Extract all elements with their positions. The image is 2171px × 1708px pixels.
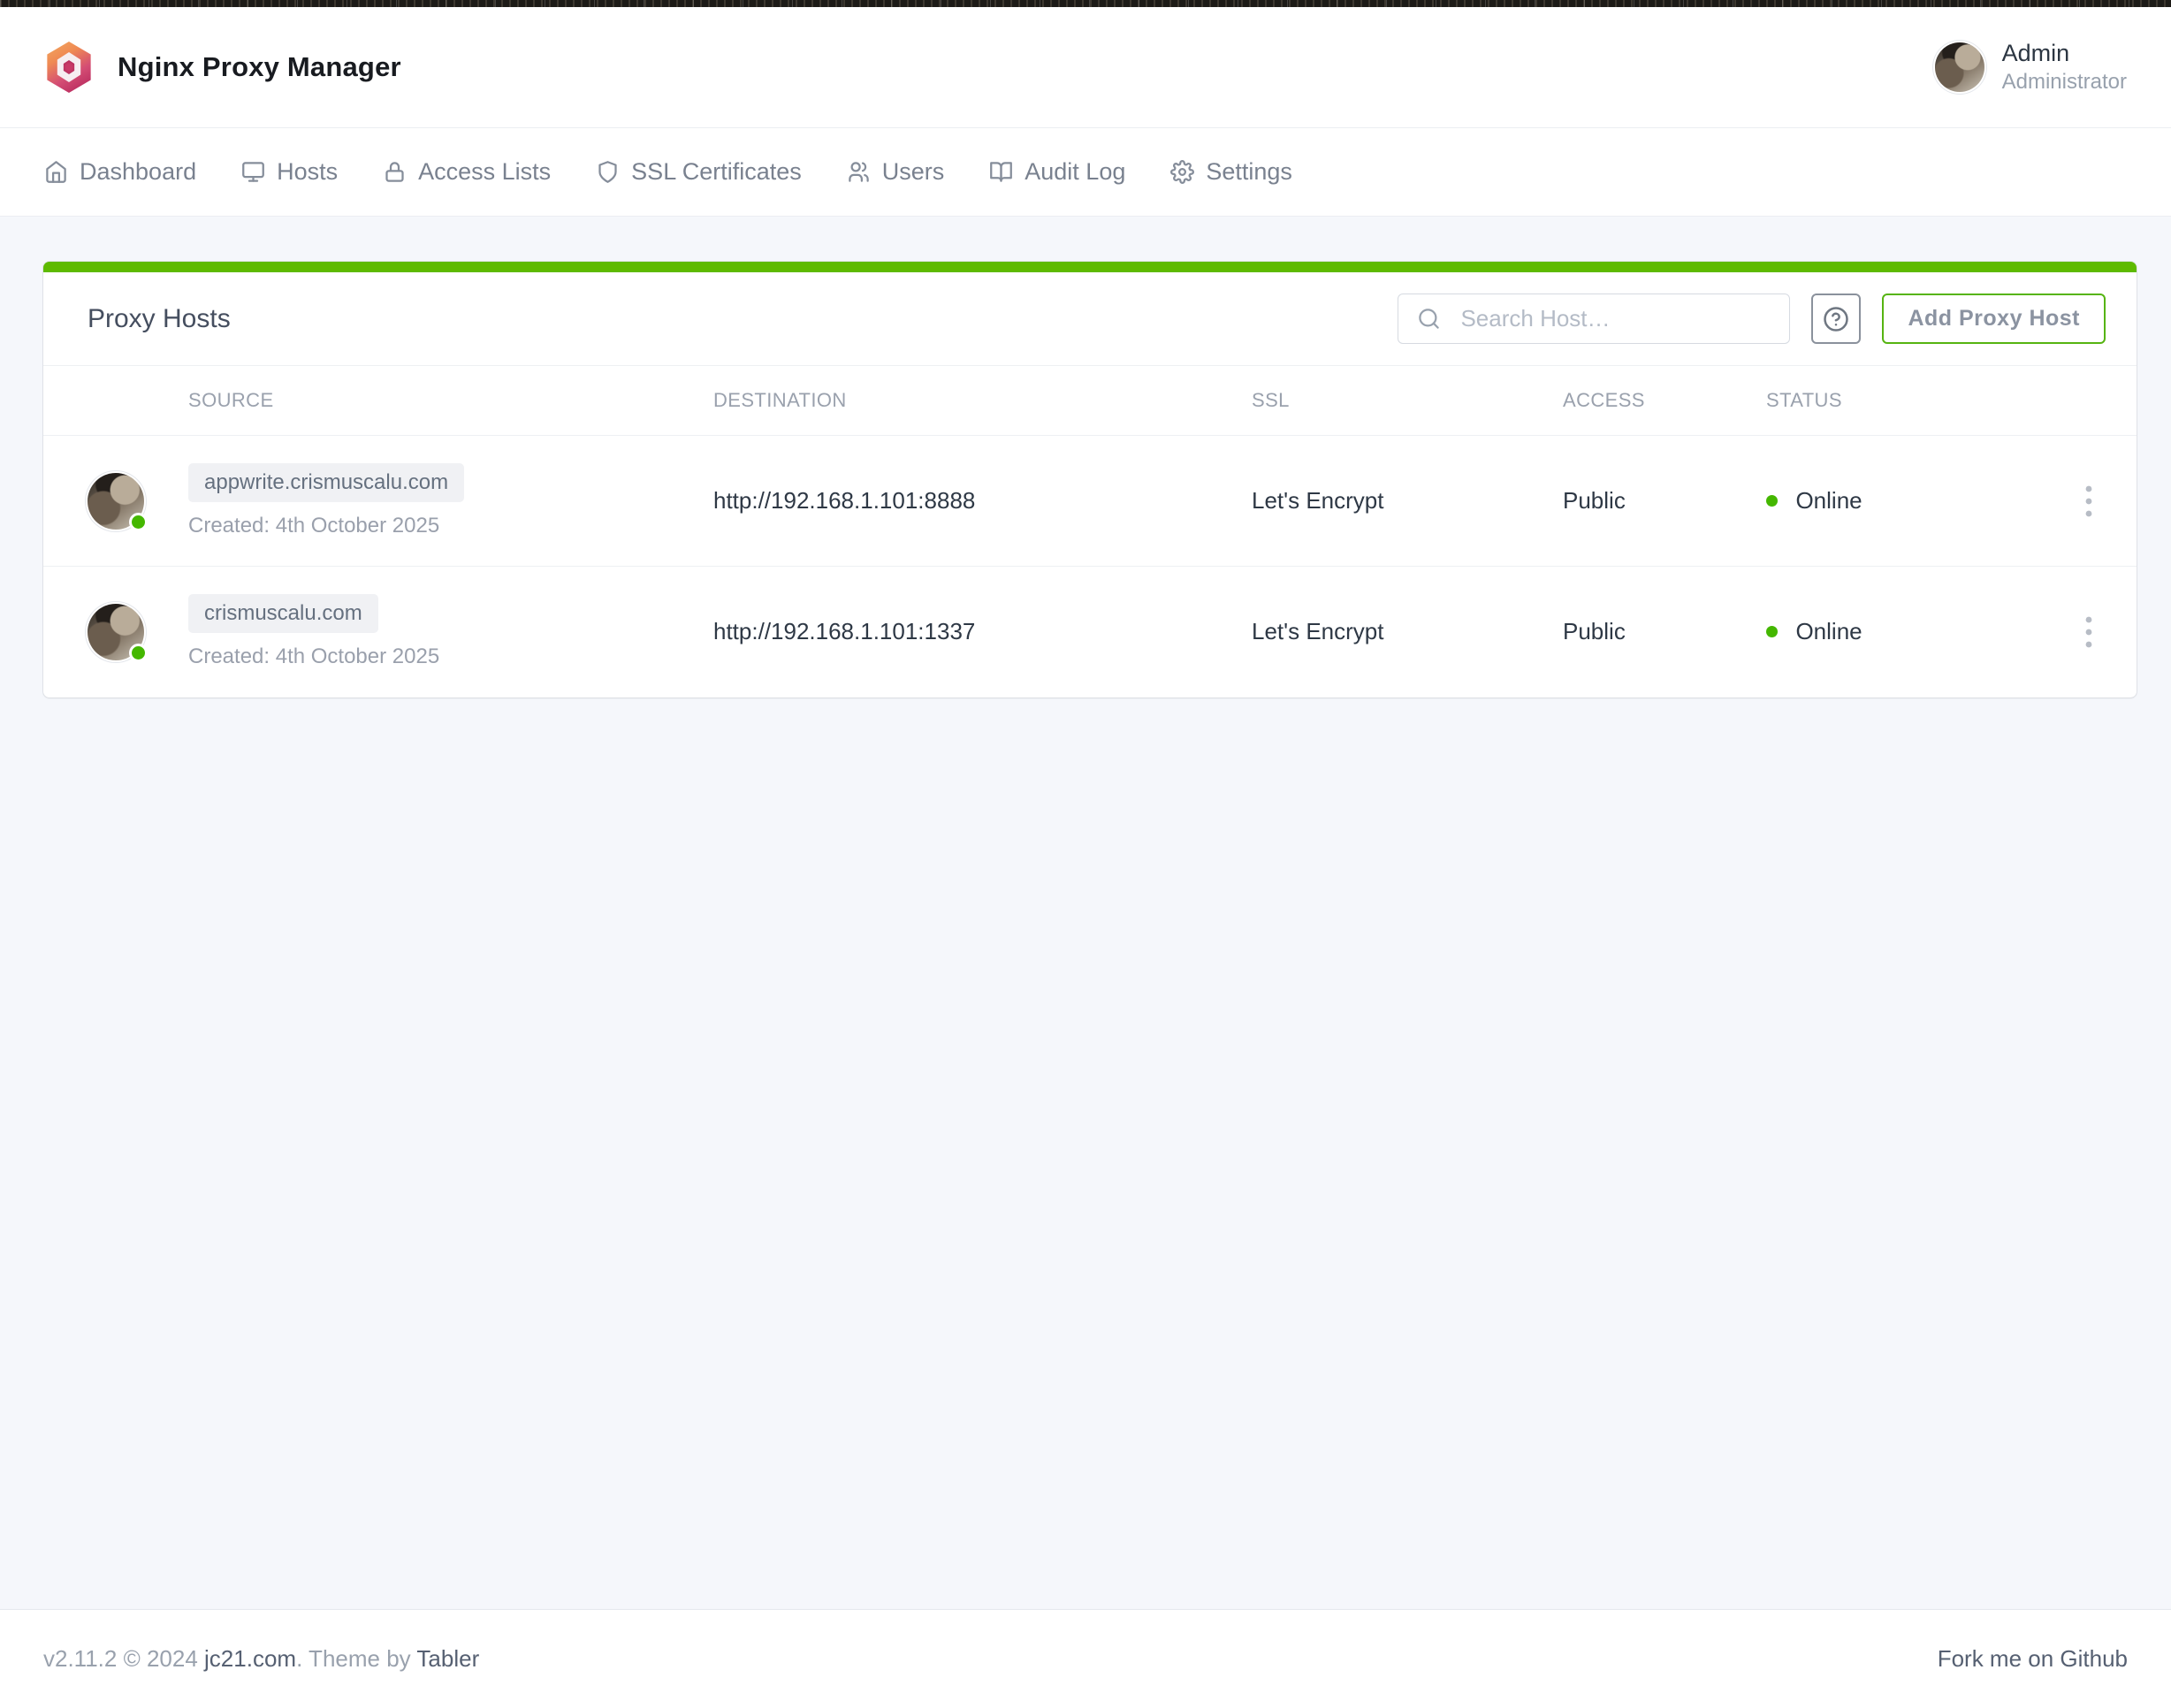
search-input[interactable] [1398, 294, 1790, 344]
kebab-menu-icon [2084, 484, 2093, 519]
table-row[interactable]: appwrite.crismuscalu.com Created: 4th Oc… [43, 436, 2137, 567]
destination-url: http://192.168.1.101:8888 [713, 436, 1252, 567]
user-name: Admin [2002, 39, 2127, 69]
column-header-status: STATUS [1766, 366, 2033, 436]
ssl-type: Let's Encrypt [1252, 567, 1563, 698]
screen-edge-strip [0, 0, 2171, 7]
proxy-hosts-card: Proxy Hosts Add Proxy Host SOURCE [43, 262, 2137, 698]
column-header-source: SOURCE [188, 366, 713, 436]
main-content: Proxy Hosts Add Proxy Host SOURCE [0, 217, 2171, 1609]
ssl-type: Let's Encrypt [1252, 436, 1563, 567]
jc21-link[interactable]: jc21.com [204, 1645, 296, 1672]
main-nav: Dashboard Hosts Access Lists SSL Certifi… [0, 128, 2171, 217]
users-icon [847, 160, 871, 184]
proxy-hosts-table: SOURCE DESTINATION SSL ACCESS STATUS app… [43, 365, 2137, 698]
row-menu-button[interactable] [2076, 475, 2102, 528]
app-title: Nginx Proxy Manager [118, 51, 401, 83]
nav-item-dashboard[interactable]: Dashboard [44, 158, 196, 186]
help-circle-icon [1823, 306, 1849, 332]
book-icon [989, 160, 1013, 184]
tabler-link[interactable]: Tabler [416, 1645, 479, 1672]
host-owner-avatar [88, 604, 144, 660]
footer-version-text: v2.11.2 © 2024 jc21.com. Theme by Tabler [43, 1645, 479, 1673]
table-row[interactable]: crismuscalu.com Created: 4th October 202… [43, 567, 2137, 698]
created-date: Created: 4th October 2025 [188, 514, 713, 538]
user-avatar [1935, 42, 1984, 92]
gear-icon [1170, 160, 1194, 184]
app-footer: v2.11.2 © 2024 jc21.com. Theme by Tabler… [0, 1609, 2171, 1708]
source-domain-tag: appwrite.crismuscalu.com [188, 463, 464, 502]
monitor-icon [241, 160, 265, 184]
help-button[interactable] [1811, 294, 1861, 344]
nav-item-audit-log[interactable]: Audit Log [989, 158, 1125, 186]
row-menu-button[interactable] [2076, 606, 2102, 659]
search-host-field [1398, 294, 1790, 344]
nav-item-users[interactable]: Users [847, 158, 945, 186]
column-header-access: ACCESS [1563, 366, 1766, 436]
github-link[interactable]: Fork me on Github [1938, 1645, 2128, 1673]
lock-icon [383, 160, 407, 184]
shield-icon [596, 160, 620, 184]
online-badge [129, 644, 148, 662]
nav-item-settings[interactable]: Settings [1170, 158, 1292, 186]
status-label: Online [1795, 487, 1862, 514]
source-domain-tag: crismuscalu.com [188, 594, 378, 633]
column-header-ssl: SSL [1252, 366, 1563, 436]
app-header: Nginx Proxy Manager Admin Administrator [0, 7, 2171, 128]
page-title: Proxy Hosts [88, 304, 231, 334]
host-owner-avatar [88, 473, 144, 530]
nav-item-hosts[interactable]: Hosts [241, 158, 338, 186]
column-header-destination: DESTINATION [713, 366, 1252, 436]
add-proxy-host-button[interactable]: Add Proxy Host [1882, 294, 2106, 344]
online-badge [129, 513, 148, 531]
status-label: Online [1795, 618, 1862, 644]
access-type: Public [1563, 567, 1766, 698]
app-logo-icon [44, 42, 94, 93]
table-header-row: SOURCE DESTINATION SSL ACCESS STATUS [43, 366, 2137, 436]
access-type: Public [1563, 436, 1766, 567]
status-dot [1766, 495, 1778, 507]
created-date: Created: 4th October 2025 [188, 644, 713, 669]
nav-item-ssl-certificates[interactable]: SSL Certificates [596, 158, 802, 186]
nav-item-access-lists[interactable]: Access Lists [383, 158, 551, 186]
status-dot [1766, 626, 1778, 637]
home-icon [44, 160, 68, 184]
kebab-menu-icon [2084, 614, 2093, 650]
user-role: Administrator [2002, 69, 2127, 95]
card-header: Proxy Hosts Add Proxy Host [43, 272, 2137, 365]
user-menu[interactable]: Admin Administrator [1935, 39, 2127, 95]
destination-url: http://192.168.1.101:1337 [713, 567, 1252, 698]
